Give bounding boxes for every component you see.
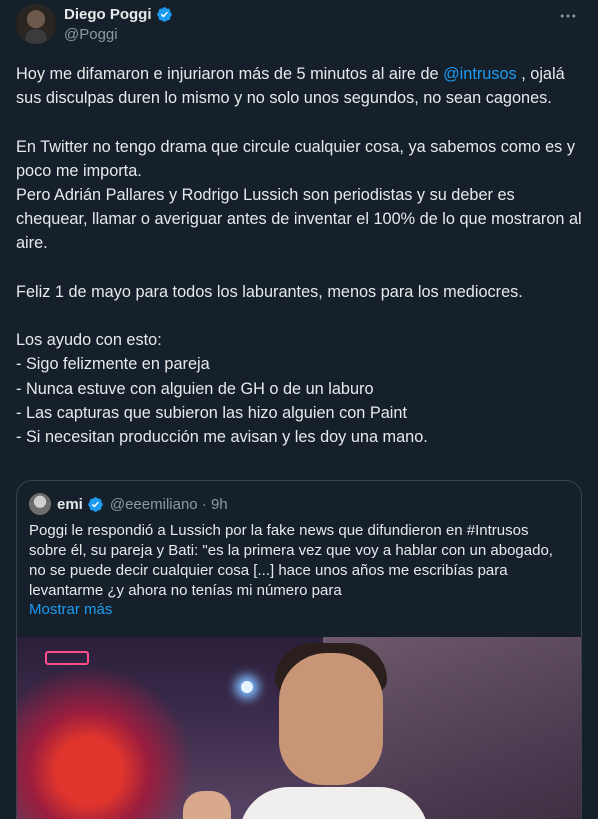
show-more-link[interactable]: Mostrar más: [29, 601, 112, 618]
quoted-tweet[interactable]: emi @eeemiliano · 9h Poggi le respondió …: [16, 480, 582, 819]
author-avatar[interactable]: [16, 4, 56, 44]
author-display-name[interactable]: Diego Poggi: [64, 6, 152, 23]
media-neon-sign: [45, 651, 89, 665]
author-handle[interactable]: @Poggi: [64, 26, 118, 43]
tweet-paragraph-2b: Pero Adrián Pallares y Rodrigo Lussich s…: [16, 186, 582, 253]
mention-link[interactable]: @intrusos: [443, 65, 517, 83]
tweet-text-segment: Hoy me difamaron e injuriaron más de 5 m…: [16, 65, 444, 83]
tweet-paragraph-2a: En Twitter no tengo drama que circule cu…: [16, 137, 575, 180]
quoted-tweet-media[interactable]: [17, 637, 581, 819]
verified-badge-icon: [88, 496, 103, 512]
verified-badge-icon: [156, 7, 172, 22]
more-dots-icon: [560, 14, 576, 18]
quoted-tweet-header: emi @eeemiliano · 9h: [29, 493, 228, 515]
more-horizontal-icon[interactable]: [556, 6, 580, 30]
tweet-paragraph-1: Hoy me difamaron e injuriaron más de 5 m…: [16, 62, 586, 110]
media-eye-logo: [17, 667, 197, 819]
tweet-list-item: - Si necesitan producción me avisan y le…: [16, 428, 428, 447]
tweet-paragraph-3: Feliz 1 de mayo para todos los laburante…: [16, 282, 523, 301]
quoted-tweet-text: Poggi le respondió a Lussich por la fake…: [29, 522, 553, 599]
quoted-author-handle-time: @eeemiliano · 9h: [109, 495, 228, 513]
media-person-hand: [183, 791, 231, 819]
tweet-header: Diego Poggi @Poggi: [16, 4, 582, 48]
tweet-body: Hoy me difamaron e injuriaron más de 5 m…: [16, 62, 586, 449]
quoted-author-avatar: [29, 493, 51, 515]
tweet-list-title: Los ayudo con esto:: [16, 331, 162, 350]
tweet-list-item: - Sigo felizmente en pareja: [16, 355, 210, 374]
media-person-face: [279, 653, 383, 785]
media-stage-light: [241, 681, 253, 693]
media-person-shirt: [239, 787, 429, 819]
quoted-author-name: emi: [57, 495, 83, 513]
tweet-list-item: - Las capturas que subieron las hizo alg…: [16, 403, 407, 422]
author-name-row: Diego Poggi: [64, 6, 173, 23]
tweet-list-item: - Nunca estuve con alguien de GH o de un…: [16, 379, 374, 398]
